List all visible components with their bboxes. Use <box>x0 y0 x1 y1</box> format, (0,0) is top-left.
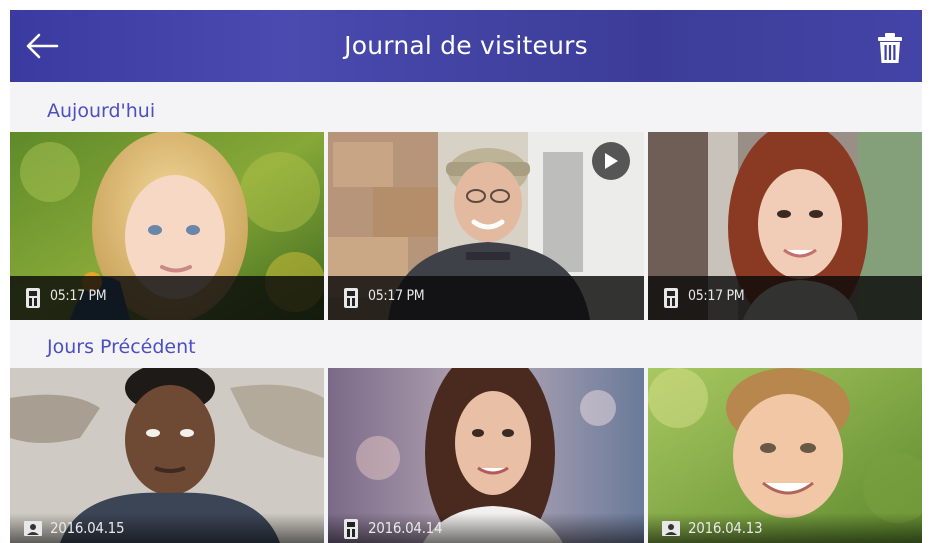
visit-date: 2016.04.14 <box>368 519 443 537</box>
trash-icon <box>878 33 902 63</box>
door-station-icon <box>26 288 40 308</box>
thumbnail-caption: 2016.04.14 <box>328 513 644 543</box>
visit-date: 2016.04.13 <box>688 519 763 537</box>
visitor-log-screen: Journal de visiteurs Aujourd'hui 05:17 P… <box>10 10 922 543</box>
header-bar: Journal de visiteurs <box>10 10 922 82</box>
visit-time: 05:17 PM <box>688 288 745 304</box>
section-label-previous: Jours Précédent <box>47 336 196 358</box>
visitor-thumbnail[interactable]: 05:17 PM <box>648 132 922 320</box>
thumbnail-caption: 05:17 PM <box>10 276 324 320</box>
photo-icon <box>24 521 42 536</box>
play-icon <box>605 153 618 169</box>
page-title: Journal de visiteurs <box>344 31 588 60</box>
visitor-thumbnail[interactable]: 2016.04.15 <box>10 368 324 543</box>
play-video-button[interactable] <box>592 142 630 180</box>
thumbnail-caption: 2016.04.15 <box>10 513 324 543</box>
thumbnail-caption: 05:17 PM <box>328 276 644 320</box>
visitor-thumbnail[interactable]: 05:17 PM <box>328 132 644 320</box>
visit-time: 05:17 PM <box>368 288 425 304</box>
door-station-icon <box>664 288 678 308</box>
visitor-thumbnail[interactable]: 2016.04.13 <box>648 368 922 543</box>
section-label-today: Aujourd'hui <box>47 100 156 122</box>
previous-visitor-row: 2016.04.15 2016.04.14 2016.04.13 <box>10 368 922 543</box>
visitor-thumbnail[interactable]: 2016.04.14 <box>328 368 644 543</box>
thumbnail-caption: 2016.04.13 <box>648 513 922 543</box>
delete-button[interactable] <box>872 28 908 68</box>
visit-time: 05:17 PM <box>50 288 107 304</box>
thumbnail-caption: 05:17 PM <box>648 276 922 320</box>
door-station-icon <box>344 288 358 308</box>
photo-icon <box>662 521 680 536</box>
door-station-icon <box>344 519 358 539</box>
visit-date: 2016.04.15 <box>50 519 125 537</box>
today-visitor-row: 05:17 PM 05:17 PM 05:17 PM <box>10 132 922 320</box>
visitor-thumbnail[interactable]: 05:17 PM <box>10 132 324 320</box>
